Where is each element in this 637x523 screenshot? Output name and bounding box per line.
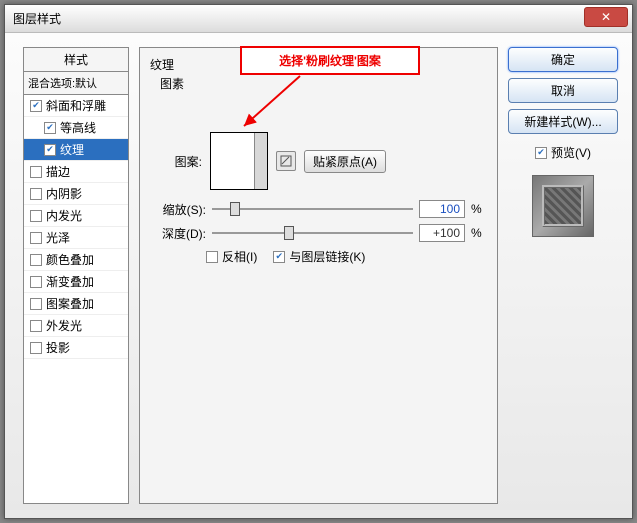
style-item-10[interactable]: 外发光: [24, 315, 128, 337]
options-row: 反相(I) 与图层链接(K): [206, 248, 487, 265]
close-button[interactable]: ✕: [584, 7, 628, 27]
style-item-label: 等高线: [60, 119, 96, 136]
style-list: 斜面和浮雕等高线纹理描边内阴影内发光光泽颜色叠加渐变叠加图案叠加外发光投影: [23, 95, 129, 504]
link-checkbox[interactable]: 与图层链接(K): [273, 248, 365, 265]
style-list-header: 样式: [23, 47, 129, 72]
style-item-label: 纹理: [60, 141, 84, 158]
preview-inner-icon: [542, 185, 584, 227]
layer-style-dialog: 图层样式 ✕ 样式 混合选项:默认 斜面和浮雕等高线纹理描边内阴影内发光光泽颜色…: [4, 4, 633, 519]
pattern-picker[interactable]: [210, 132, 268, 190]
depth-label: 深度(D):: [150, 225, 206, 242]
new-style-button[interactable]: 新建样式(W)...: [508, 109, 618, 134]
texture-panel: 纹理 图素 选择'粉刷纹理'图案 图案: 贴紧原点(A) 缩放(S):: [139, 47, 498, 504]
style-item-label: 斜面和浮雕: [46, 97, 106, 114]
checkbox-icon: [273, 251, 285, 263]
style-item-5[interactable]: 内发光: [24, 205, 128, 227]
style-item-4[interactable]: 内阴影: [24, 183, 128, 205]
style-item-8[interactable]: 渐变叠加: [24, 271, 128, 293]
style-item-11[interactable]: 投影: [24, 337, 128, 359]
action-column: 确定 取消 新建样式(W)... 预览(V): [508, 47, 618, 504]
style-item-1[interactable]: 等高线: [24, 117, 128, 139]
checkbox-icon: [30, 342, 42, 354]
style-item-label: 内阴影: [46, 185, 82, 202]
checkbox-icon: [30, 166, 42, 178]
checkbox-icon: [30, 188, 42, 200]
invert-checkbox[interactable]: 反相(I): [206, 248, 257, 265]
scale-input[interactable]: 100: [419, 200, 465, 218]
preview-thumbnail: [532, 175, 594, 237]
scale-label: 缩放(S):: [150, 201, 206, 218]
style-item-label: 外发光: [46, 317, 82, 334]
checkbox-icon: [44, 122, 56, 134]
pattern-row: 图案: 贴紧原点(A): [166, 132, 487, 190]
blend-options-row[interactable]: 混合选项:默认: [23, 72, 129, 95]
scale-slider[interactable]: [212, 202, 413, 216]
link-label: 与图层链接(K): [289, 248, 365, 265]
checkbox-icon: [30, 254, 42, 266]
checkbox-icon: [535, 147, 547, 159]
preview-label: 预览(V): [551, 144, 591, 161]
callout-arrow-icon: [240, 74, 330, 134]
depth-input[interactable]: +100: [419, 224, 465, 242]
preview-checkbox[interactable]: 预览(V): [508, 144, 618, 161]
style-item-3[interactable]: 描边: [24, 161, 128, 183]
depth-slider[interactable]: [212, 226, 413, 240]
style-item-label: 内发光: [46, 207, 82, 224]
checkbox-icon: [30, 320, 42, 332]
style-item-label: 描边: [46, 163, 70, 180]
invert-label: 反相(I): [222, 248, 257, 265]
checkbox-icon: [30, 232, 42, 244]
style-item-0[interactable]: 斜面和浮雕: [24, 95, 128, 117]
ok-button[interactable]: 确定: [508, 47, 618, 72]
checkbox-icon: [44, 144, 56, 156]
window-title: 图层样式: [9, 10, 61, 27]
style-item-6[interactable]: 光泽: [24, 227, 128, 249]
cancel-button[interactable]: 取消: [508, 78, 618, 103]
scale-unit: %: [471, 202, 487, 216]
checkbox-icon: [30, 298, 42, 310]
checkbox-icon: [30, 276, 42, 288]
dialog-body: 样式 混合选项:默认 斜面和浮雕等高线纹理描边内阴影内发光光泽颜色叠加渐变叠加图…: [5, 33, 632, 518]
callout-text: 选择'粉刷纹理'图案: [279, 54, 381, 68]
style-item-label: 投影: [46, 339, 70, 356]
close-icon: ✕: [601, 10, 611, 24]
snap-origin-button[interactable]: 贴紧原点(A): [304, 150, 386, 173]
depth-row: 深度(D): +100 %: [150, 224, 487, 242]
depth-unit: %: [471, 226, 487, 240]
style-item-2[interactable]: 纹理: [24, 139, 128, 161]
style-list-column: 样式 混合选项:默认 斜面和浮雕等高线纹理描边内阴影内发光光泽颜色叠加渐变叠加图…: [23, 47, 129, 504]
checkbox-icon: [30, 210, 42, 222]
style-item-9[interactable]: 图案叠加: [24, 293, 128, 315]
style-item-7[interactable]: 颜色叠加: [24, 249, 128, 271]
checkbox-icon: [30, 100, 42, 112]
new-preset-icon[interactable]: [276, 151, 296, 171]
style-item-label: 图案叠加: [46, 295, 94, 312]
checkbox-icon: [206, 251, 218, 263]
pattern-label: 图案:: [166, 153, 202, 170]
titlebar[interactable]: 图层样式 ✕: [5, 5, 632, 33]
style-item-label: 光泽: [46, 229, 70, 246]
style-item-label: 颜色叠加: [46, 251, 94, 268]
scale-row: 缩放(S): 100 %: [150, 200, 487, 218]
callout-box: 选择'粉刷纹理'图案: [240, 46, 420, 75]
style-item-label: 渐变叠加: [46, 273, 94, 290]
